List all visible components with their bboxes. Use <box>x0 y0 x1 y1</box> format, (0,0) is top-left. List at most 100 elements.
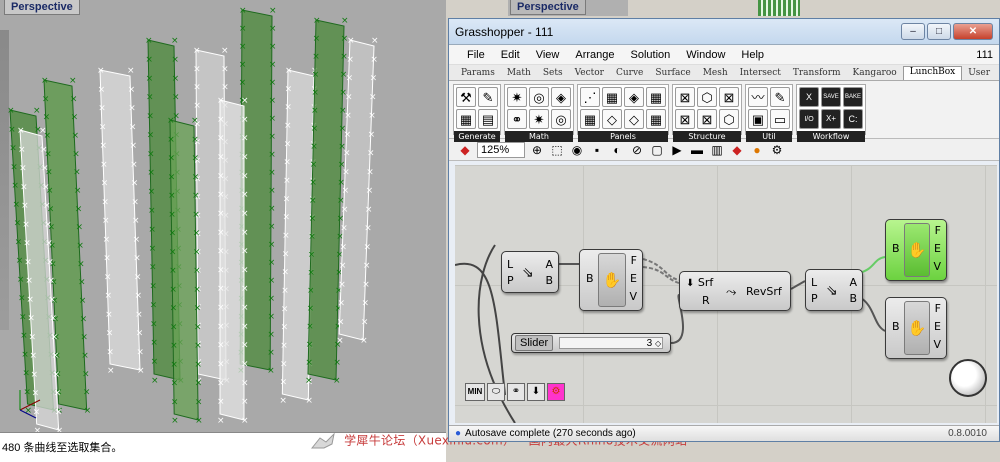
widget-link-icon[interactable]: ⚭ <box>507 383 525 401</box>
widget-gear-icon[interactable]: ⚙ <box>547 383 565 401</box>
output-port-a[interactable]: A <box>849 276 857 289</box>
math-tool-icon[interactable]: ✷ <box>529 109 549 129</box>
panel-label-structure[interactable]: Structure <box>673 131 741 142</box>
menu-window[interactable]: Window <box>678 49 733 61</box>
panel-label-generate[interactable]: Generate <box>454 131 500 142</box>
bake-component-1[interactable]: B ✋ F E V <box>579 249 643 311</box>
close-button[interactable]: ✕ <box>953 23 993 40</box>
workflow-tool-icon[interactable]: C: <box>843 109 863 129</box>
util-tool-icon[interactable]: ✎ <box>770 87 790 107</box>
output-port-b[interactable]: B <box>849 292 857 305</box>
input-port-b[interactable]: B <box>892 320 900 333</box>
input-port-b[interactable]: B <box>892 242 900 255</box>
tab-kangaroo[interactable]: Kangaroo <box>847 68 903 80</box>
generate-tool-icon[interactable]: ⚒ <box>456 87 476 107</box>
rhino-left-toolbar[interactable] <box>0 30 9 330</box>
tab-mesh[interactable]: Mesh <box>697 68 734 80</box>
structure-tool-icon[interactable]: ⊠ <box>719 87 739 107</box>
widget-capsule-icon[interactable]: ⬭ <box>487 383 505 401</box>
workflow-tool-icon[interactable]: BAKE <box>843 87 863 107</box>
input-port-l[interactable]: L <box>811 276 817 289</box>
input-port-b[interactable]: B <box>586 272 594 285</box>
preview-shader-icon[interactable]: ◆ <box>457 142 473 158</box>
panels-tool-icon[interactable]: ▦ <box>580 109 600 129</box>
zoom-dial[interactable] <box>949 359 987 397</box>
stop-icon[interactable]: ▬ <box>689 142 705 158</box>
gh-titlebar[interactable]: Grasshopper - 111 – □ ✕ <box>449 19 999 45</box>
revsrf-component[interactable]: ⬇ Srf R ⤳ RevSrf <box>679 271 791 311</box>
generate-tool-icon[interactable]: ▦ <box>456 109 476 129</box>
structure-tool-icon[interactable]: ⬡ <box>697 87 717 107</box>
preview-eye-icon[interactable]: ◉ <box>569 142 585 158</box>
output-port-e[interactable]: E <box>934 242 941 255</box>
menu-arrange[interactable]: Arrange <box>567 49 622 61</box>
output-port-b[interactable]: B <box>545 274 553 287</box>
zoom-extents-icon[interactable]: ⬚ <box>549 142 565 158</box>
menu-solution[interactable]: Solution <box>623 49 679 61</box>
output-port-a[interactable]: A <box>545 258 553 271</box>
math-tool-icon[interactable]: ◎ <box>529 87 549 107</box>
zoom-icon[interactable]: ⊕ <box>529 142 545 158</box>
panels-tool-icon[interactable]: ⋰ <box>580 87 600 107</box>
menu-view[interactable]: View <box>528 49 568 61</box>
sketch-icon[interactable]: ◐ <box>609 142 625 158</box>
math-tool-icon[interactable]: ◈ <box>551 87 571 107</box>
decompose-component-1[interactable]: L P A B ⇘ <box>501 251 559 293</box>
panel-label-panels[interactable]: Panels <box>578 131 668 142</box>
decompose-component-2[interactable]: L P A B ⇘ <box>805 269 863 311</box>
tab-curve[interactable]: Curve <box>610 68 649 80</box>
output-port-v[interactable]: V <box>933 260 941 273</box>
tab-lunchbox[interactable]: LunchBox <box>902 66 963 80</box>
second-viewport[interactable]: Perspective <box>508 0 628 16</box>
output-port-f[interactable]: F <box>631 254 637 267</box>
tab-user[interactable]: User <box>962 68 996 80</box>
bake-icon[interactable]: ● <box>749 142 765 158</box>
util-tool-icon[interactable]: ▣ <box>748 109 768 129</box>
menu-help[interactable]: Help <box>733 49 772 61</box>
panel-label-workflow[interactable]: Workflow <box>797 131 865 142</box>
clear-icon[interactable]: ⊘ <box>629 142 645 158</box>
settings-icon[interactable]: ⚙ <box>769 142 785 158</box>
panel-label-math[interactable]: Math <box>505 131 573 142</box>
panels-tool-icon[interactable]: ▦ <box>646 109 666 129</box>
widget-download-icon[interactable]: ⬇ <box>527 383 545 401</box>
viewport-label[interactable]: Perspective <box>4 0 80 15</box>
maximize-button[interactable]: □ <box>927 23 951 40</box>
workflow-tool-icon[interactable]: I/O <box>799 109 819 129</box>
tab-params[interactable]: Params <box>455 68 501 80</box>
menu-edit[interactable]: Edit <box>493 49 528 61</box>
slider-grip-icon[interactable]: ◇ <box>655 339 661 348</box>
generate-tool-icon[interactable]: ✎ <box>478 87 498 107</box>
input-port-l[interactable]: L <box>507 258 513 271</box>
tab-intersect[interactable]: Intersect <box>734 68 787 80</box>
panels-tool-icon[interactable]: ▦ <box>646 87 666 107</box>
input-port-p[interactable]: P <box>811 292 818 305</box>
panels-tool-icon[interactable]: ▦ <box>602 87 622 107</box>
viewport2-label[interactable]: Perspective <box>510 0 586 15</box>
input-port-p[interactable]: P <box>507 274 514 287</box>
bake-component-2[interactable]: B ✋ F E V <box>885 297 947 359</box>
structure-tool-icon[interactable]: ⬡ <box>719 109 739 129</box>
disable-icon[interactable]: ▢ <box>649 142 665 158</box>
structure-tool-icon[interactable]: ⊠ <box>675 87 695 107</box>
tab-vector[interactable]: Vector <box>569 68 610 80</box>
workflow-tool-icon[interactable]: SAVE <box>821 87 841 107</box>
rhino-perspective-viewport[interactable]: × × × × × × × × × × × × × × × × × × × × × × × × × × × × × × × × × × × × × × × ×… <box>0 0 446 432</box>
output-port-f[interactable]: F <box>935 302 941 315</box>
minimize-canvas-widget[interactable]: MIN <box>465 383 485 401</box>
math-tool-icon[interactable]: ✷ <box>507 87 527 107</box>
workflow-tool-icon[interactable]: X+ <box>821 109 841 129</box>
tab-surface[interactable]: Surface <box>649 68 696 80</box>
output-port-f[interactable]: F <box>935 224 941 237</box>
input-port-srf[interactable]: ⬇ Srf <box>686 276 713 289</box>
output-port-e[interactable]: E <box>630 272 637 285</box>
run-solution-icon[interactable]: ▶ <box>669 142 685 158</box>
wire-display-icon[interactable]: ▥ <box>709 142 725 158</box>
number-slider[interactable]: Slider 3 ◇ <box>511 333 671 353</box>
panels-tool-icon[interactable]: ◇ <box>624 109 644 129</box>
structure-tool-icon[interactable]: ⊠ <box>675 109 695 129</box>
preview-mode-icon[interactable]: ◆ <box>729 142 745 158</box>
tab-sets[interactable]: Sets <box>537 68 569 80</box>
panels-tool-icon[interactable]: ◈ <box>624 87 644 107</box>
menu-file[interactable]: File <box>459 49 493 61</box>
